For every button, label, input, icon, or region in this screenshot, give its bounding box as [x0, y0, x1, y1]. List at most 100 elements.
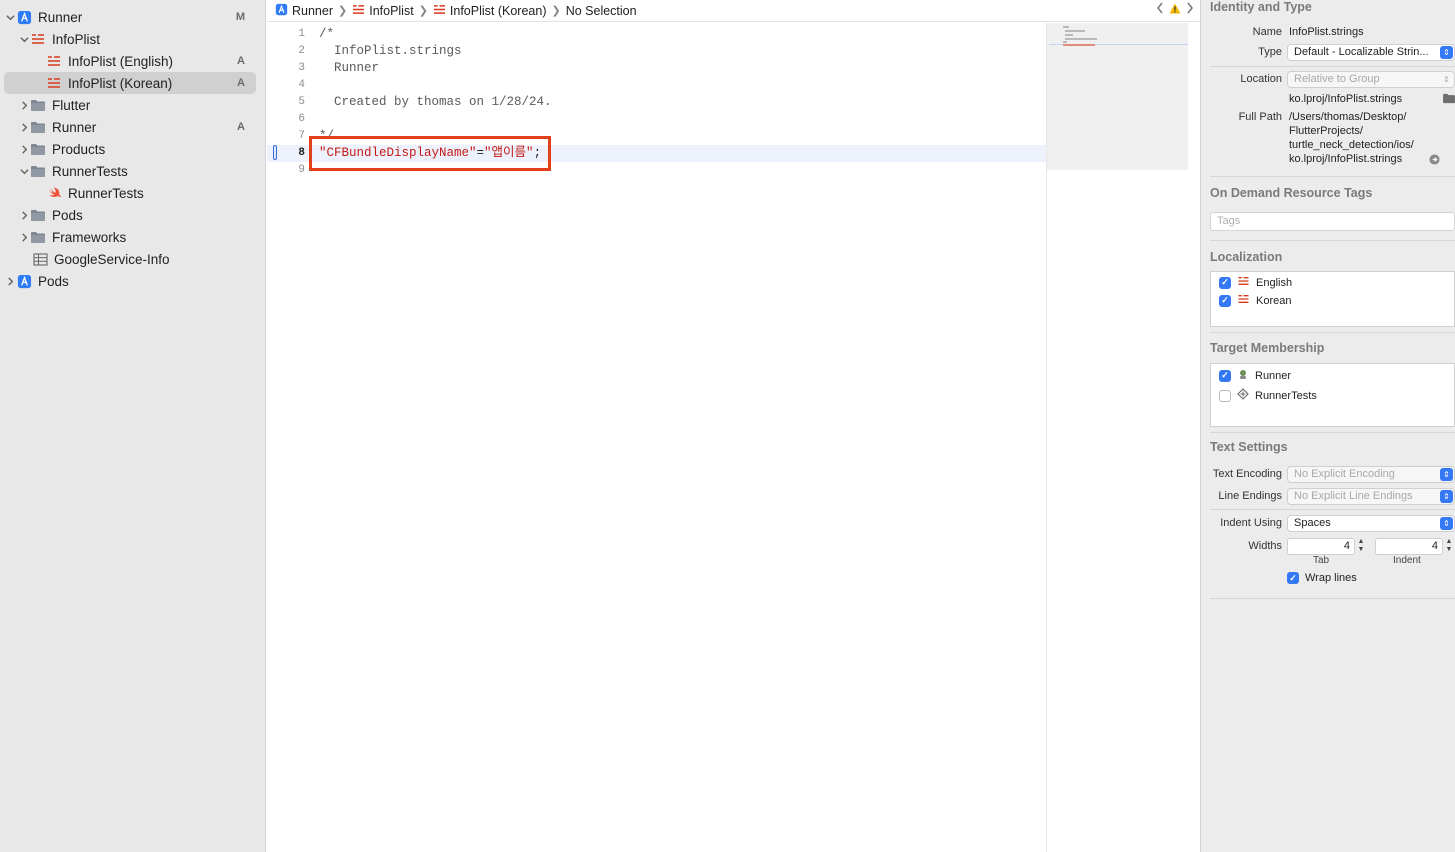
- folder-icon[interactable]: [1442, 93, 1455, 107]
- localization-row-korean[interactable]: ✓ Korean: [1219, 294, 1291, 307]
- target-row-runnertests[interactable]: RunnerTests: [1219, 388, 1317, 403]
- indent-using-popup[interactable]: Spaces ⇕: [1287, 515, 1455, 532]
- reveal-arrow-icon[interactable]: [1429, 154, 1440, 168]
- minimap-line: [1063, 44, 1095, 46]
- chevron-right-icon[interactable]: [1186, 2, 1194, 17]
- localization-row-english[interactable]: ✓ English: [1219, 276, 1292, 289]
- indent-width-stepper[interactable]: ▲ ▼: [1444, 538, 1454, 555]
- nav-item-frameworks[interactable]: Frameworks: [4, 226, 256, 248]
- chevron-right-icon[interactable]: [18, 209, 30, 221]
- strings-file-icon: [433, 4, 446, 18]
- chevron-right-icon[interactable]: [4, 275, 16, 287]
- nav-item-label: Pods: [38, 273, 69, 289]
- chevron-right-icon[interactable]: [18, 121, 30, 133]
- nav-item-runnertests-folder[interactable]: RunnerTests: [4, 160, 256, 182]
- divider: [1210, 66, 1455, 67]
- nav-item-products[interactable]: Products: [4, 138, 256, 160]
- nav-item-infoplist-korean[interactable]: InfoPlist (Korean) A: [4, 72, 256, 94]
- chevron-right-icon[interactable]: [18, 231, 30, 243]
- folder-icon: [30, 97, 46, 113]
- minimap[interactable]: [1046, 23, 1188, 852]
- type-label: Type: [1258, 46, 1282, 58]
- nav-item-googleservice-info[interactable]: GoogleService-Info: [4, 248, 256, 270]
- chevron-down-icon[interactable]: [4, 11, 16, 23]
- app-target-icon: [1237, 368, 1249, 383]
- code-line[interactable]: 1 /*: [267, 26, 1046, 43]
- nav-item-runnertests-swift[interactable]: RunnerTests: [4, 182, 256, 204]
- project-navigator: Runner M InfoPlist InfoPlist (English) A…: [0, 0, 266, 852]
- nav-item-runner-folder[interactable]: Runner A: [4, 116, 256, 138]
- breadcrumb-infoplist[interactable]: InfoPlist: [352, 4, 414, 18]
- folder-icon: [30, 119, 46, 135]
- widths-label: Widths: [1248, 540, 1282, 552]
- indent-width-field[interactable]: 4: [1375, 538, 1443, 555]
- chevron-left-icon[interactable]: [1156, 2, 1164, 17]
- file-inspector: Identity and Type Name InfoPlist.strings…: [1200, 0, 1455, 852]
- target-row-runner[interactable]: ✓ Runner: [1219, 368, 1291, 383]
- nav-item-label: Runner: [38, 9, 83, 25]
- type-popup[interactable]: Default - Localizable Strin... ⇕: [1287, 44, 1455, 61]
- xcode-project-icon: [16, 9, 32, 25]
- code-line[interactable]: 4: [267, 77, 1046, 94]
- localization-list: ✓ English ✓ Korean: [1210, 271, 1455, 327]
- section-title-target: Target Membership: [1210, 341, 1325, 355]
- folder-icon: [30, 207, 46, 223]
- target-checkbox[interactable]: ✓: [1219, 369, 1231, 382]
- chevron-updown-icon: ⇕: [1443, 75, 1450, 84]
- target-checkbox[interactable]: [1219, 389, 1231, 402]
- scm-status-badge: A: [237, 77, 245, 89]
- chevron-right-icon: ❯: [418, 5, 428, 17]
- code-line[interactable]: 3 Runner: [267, 60, 1046, 77]
- section-title-identity: Identity and Type: [1210, 0, 1312, 14]
- wrap-lines-checkbox[interactable]: ✓: [1287, 572, 1299, 584]
- scm-status-badge: A: [237, 121, 245, 133]
- section-title-odr: On Demand Resource Tags: [1210, 186, 1373, 200]
- nav-item-label: InfoPlist: [52, 31, 101, 47]
- nav-item-runner-project[interactable]: Runner M: [4, 6, 256, 28]
- wrap-lines-row[interactable]: ✓ Wrap lines: [1287, 572, 1357, 584]
- chevron-down-icon[interactable]: [18, 165, 30, 177]
- code-line[interactable]: 5 Created by thomas on 1/28/24.: [267, 94, 1046, 111]
- nav-item-pods-folder[interactable]: Pods: [4, 204, 256, 226]
- location-popup[interactable]: Relative to Group ⇕: [1287, 71, 1455, 88]
- line-number: 1: [298, 28, 305, 40]
- text-encoding-popup[interactable]: No Explicit Encoding ⇕: [1287, 466, 1455, 483]
- breadcrumb-runner[interactable]: Runner: [275, 3, 333, 19]
- strings-file-icon: [46, 53, 62, 69]
- name-label: Name: [1252, 26, 1282, 38]
- name-field[interactable]: InfoPlist.strings: [1289, 26, 1364, 38]
- localization-checkbox[interactable]: ✓: [1219, 276, 1231, 289]
- code-text: /*: [319, 27, 335, 41]
- annotation-highlight-box: [309, 136, 551, 171]
- indent-using-label: Indent Using: [1220, 517, 1282, 529]
- code-text: InfoPlist.strings: [319, 44, 462, 58]
- text-encoding-value: No Explicit Encoding: [1294, 468, 1395, 480]
- code-line[interactable]: 2 InfoPlist.strings: [267, 43, 1046, 60]
- chevron-right-icon[interactable]: [18, 143, 30, 155]
- breadcrumb-infoplist-korean[interactable]: InfoPlist (Korean): [433, 4, 546, 18]
- chevron-down-icon[interactable]: [18, 33, 30, 45]
- nav-item-infoplist-english[interactable]: InfoPlist (English) A: [4, 50, 256, 72]
- minimap-line: [1065, 38, 1097, 40]
- divider: [1210, 509, 1455, 510]
- nav-item-flutter[interactable]: Flutter: [4, 94, 256, 116]
- code-text: Created by thomas on 1/28/24.: [319, 95, 552, 109]
- chevron-right-icon[interactable]: [18, 99, 30, 111]
- code-line[interactable]: 6: [267, 111, 1046, 128]
- localization-checkbox[interactable]: ✓: [1219, 294, 1231, 307]
- nav-item-infoplist-group[interactable]: InfoPlist: [4, 28, 256, 50]
- nav-item-pods-project[interactable]: Pods: [4, 270, 256, 292]
- tab-width-stepper[interactable]: ▲ ▼: [1356, 538, 1366, 555]
- warning-icon[interactable]: [1169, 3, 1181, 17]
- line-number: 4: [298, 79, 305, 91]
- line-endings-popup[interactable]: No Explicit Line Endings ⇕: [1287, 488, 1455, 505]
- nav-item-label: Products: [52, 141, 106, 157]
- text-encoding-label: Text Encoding: [1212, 468, 1282, 480]
- chevron-right-icon: ❯: [338, 5, 348, 17]
- breadcrumb-no-selection[interactable]: No Selection: [566, 4, 637, 18]
- xcode-project-icon: [275, 3, 288, 19]
- tab-width-field[interactable]: 4: [1287, 538, 1355, 555]
- tags-input[interactable]: Tags: [1210, 212, 1455, 231]
- line-change-marker: [273, 145, 277, 160]
- nav-item-label: Flutter: [52, 97, 91, 113]
